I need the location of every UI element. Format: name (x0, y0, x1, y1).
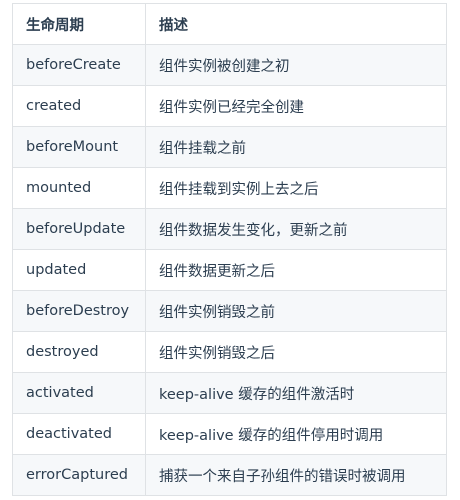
table-row: updated 组件数据更新之后 (12, 249, 447, 291)
table-row: beforeUpdate 组件数据发生变化，更新之前 (12, 208, 447, 250)
description-cell: 组件实例销毁之后 (145, 331, 447, 373)
table-row: destroyed 组件实例销毁之后 (12, 331, 447, 373)
table-row: beforeCreate 组件实例被创建之初 (12, 44, 447, 86)
description-cell: 组件挂载到实例上去之后 (145, 167, 447, 209)
lifecycle-hook-cell: beforeMount (12, 126, 146, 168)
description-cell: 捕获一个来自子孙组件的错误时被调用 (145, 454, 447, 496)
description-cell: 组件实例被创建之初 (145, 44, 447, 86)
table-header-row: 生命周期 描述 (12, 3, 447, 45)
description-cell: keep-alive 缓存的组件激活时 (145, 372, 447, 414)
lifecycle-hook-cell: beforeCreate (12, 44, 146, 86)
table-row: errorCaptured 捕获一个来自子孙组件的错误时被调用 (12, 454, 447, 496)
column-header-description: 描述 (145, 3, 447, 45)
table-row: beforeMount 组件挂载之前 (12, 126, 447, 168)
table-row: beforeDestroy 组件实例销毁之前 (12, 290, 447, 332)
description-cell: 组件实例销毁之前 (145, 290, 447, 332)
description-cell: keep-alive 缓存的组件停用时调用 (145, 413, 447, 455)
lifecycle-hook-cell: beforeDestroy (12, 290, 146, 332)
lifecycle-hook-cell: beforeUpdate (12, 208, 146, 250)
lifecycle-hook-cell: mounted (12, 167, 146, 209)
description-cell: 组件数据更新之后 (145, 249, 447, 291)
lifecycle-hook-cell: created (12, 85, 146, 127)
table-row: created 组件实例已经完全创建 (12, 85, 447, 127)
description-cell: 组件挂载之前 (145, 126, 447, 168)
lifecycle-hook-cell: deactivated (12, 413, 146, 455)
description-cell: 组件数据发生变化，更新之前 (145, 208, 447, 250)
lifecycle-table-container: 生命周期 描述 beforeCreate 组件实例被创建之初 created 组… (12, 3, 447, 496)
description-cell: 组件实例已经完全创建 (145, 85, 447, 127)
lifecycle-hook-cell: destroyed (12, 331, 146, 373)
lifecycle-hook-cell: errorCaptured (12, 454, 146, 496)
lifecycle-hook-cell: updated (12, 249, 146, 291)
table-row: deactivated keep-alive 缓存的组件停用时调用 (12, 413, 447, 455)
lifecycle-hook-cell: activated (12, 372, 146, 414)
column-header-lifecycle: 生命周期 (12, 3, 146, 45)
table-row: activated keep-alive 缓存的组件激活时 (12, 372, 447, 414)
lifecycle-table: 生命周期 描述 beforeCreate 组件实例被创建之初 created 组… (12, 3, 447, 496)
table-row: mounted 组件挂载到实例上去之后 (12, 167, 447, 209)
